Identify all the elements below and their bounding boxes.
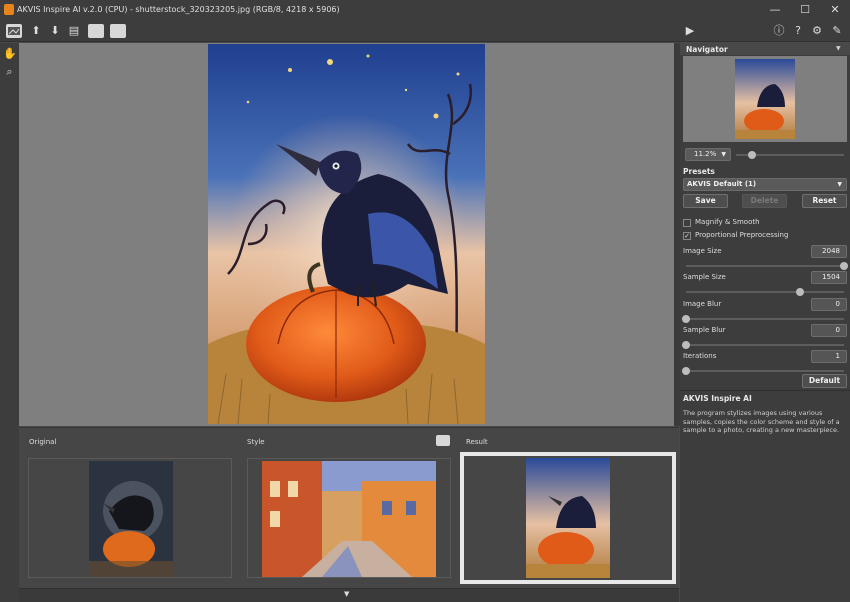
style-thumbnail[interactable] <box>247 458 451 578</box>
slider-knob[interactable] <box>796 288 804 296</box>
navigator-preview[interactable] <box>683 56 847 142</box>
preprocessing-label: Proportional Preprocessing <box>695 231 789 239</box>
thumbnail-strip: Original Style Result <box>19 427 679 588</box>
slider-label: Image Size <box>683 247 722 255</box>
slider-track[interactable] <box>686 265 844 267</box>
slider-label: Sample Blur <box>683 326 726 334</box>
preset-select[interactable]: AKVIS Default (1) ▼ <box>683 178 847 191</box>
feedback-icon[interactable]: ✎ <box>829 23 845 39</box>
minimize-button[interactable]: — <box>760 0 790 20</box>
slider-value-input[interactable]: 2048 <box>811 245 847 258</box>
magnify-checkbox[interactable] <box>683 219 691 227</box>
slider-track[interactable] <box>686 318 844 320</box>
slider-value-input[interactable]: 1 <box>811 350 847 363</box>
style-label: Style <box>247 438 265 446</box>
slider-label: Iterations <box>683 352 717 360</box>
magnify-label: Magnify & Smooth <box>695 218 760 226</box>
navigator-header: Navigator ▼ <box>680 43 850 55</box>
navigator-image <box>735 59 795 139</box>
default-button[interactable]: Default <box>802 374 847 388</box>
preset-selected: AKVIS Default (1) <box>687 180 757 188</box>
close-button[interactable]: ✕ <box>820 0 850 20</box>
slider-value-input[interactable]: 0 <box>811 298 847 311</box>
settings-panel: Navigator ▼ 11.2% ▼ Presets AKVIS Defaul… <box>680 43 850 602</box>
save-preset-button[interactable]: Save <box>683 194 728 208</box>
info-divider <box>680 390 850 391</box>
style-image <box>262 461 436 577</box>
original-thumbnail[interactable] <box>28 458 232 578</box>
slider-label: Sample Size <box>683 273 726 281</box>
style-library-icon[interactable] <box>110 24 126 38</box>
tools-panel: ✋ ⌕ <box>0 43 19 602</box>
run-icon[interactable]: ▶ <box>682 23 698 39</box>
chevron-down-icon: ▼ <box>837 181 842 188</box>
collapse-bar[interactable]: ▼ <box>19 588 679 602</box>
zoom-dropdown[interactable]: 11.2% ▼ <box>685 148 731 161</box>
choose-style-icon[interactable] <box>436 435 450 446</box>
app-logo-icon <box>4 4 14 15</box>
preprocessing-checkbox[interactable]: ✓ <box>683 232 691 240</box>
result-label: Result <box>466 438 488 446</box>
slider-knob[interactable] <box>840 262 848 270</box>
result-thumbnail-image <box>526 458 610 578</box>
result-thumbnail[interactable] <box>460 452 676 584</box>
zoom-icon[interactable]: ⌕ <box>3 65 16 78</box>
slider-track[interactable] <box>686 344 844 346</box>
navigator-title: Navigator <box>686 45 728 54</box>
slider-label: Image Blur <box>683 300 722 308</box>
settings-icon[interactable]: ⚙ <box>809 23 825 39</box>
slider-value-input[interactable]: 1504 <box>811 271 847 284</box>
hand-icon[interactable]: ✋ <box>3 47 17 60</box>
slider-knob[interactable] <box>682 367 690 375</box>
slider-track[interactable] <box>686 370 844 372</box>
delete-preset-button[interactable]: Delete <box>742 194 787 208</box>
slider-knob[interactable] <box>682 341 690 349</box>
window-title: AKVIS Inspire AI v.2.0 (CPU) - shutterst… <box>17 5 340 14</box>
toolbar: ⬆ ⬇ ▤ ▶ ⓘ ? ⚙ ✎ <box>0 20 850 42</box>
maximize-button[interactable]: ☐ <box>790 0 820 20</box>
slider-knob[interactable] <box>682 315 690 323</box>
info-text: The program stylizes images using variou… <box>683 409 840 434</box>
export-icon[interactable]: ⬇ <box>47 23 63 39</box>
reset-preset-button[interactable]: Reset <box>802 194 847 208</box>
result-image <box>208 44 485 424</box>
batch-icon[interactable] <box>88 24 104 38</box>
chevron-down-icon[interactable]: ▼ <box>344 590 349 598</box>
open-image-icon[interactable] <box>6 24 22 38</box>
original-image <box>89 461 173 577</box>
help-icon[interactable]: ? <box>790 23 806 39</box>
collapse-navigator-icon[interactable]: ▼ <box>836 45 841 52</box>
print-icon[interactable]: ▤ <box>66 23 82 39</box>
save-icon[interactable]: ⬆ <box>28 23 44 39</box>
zoom-slider-knob[interactable] <box>748 151 756 159</box>
slider-track[interactable] <box>686 291 844 293</box>
info-icon[interactable]: ⓘ <box>771 23 787 39</box>
original-label: Original <box>29 438 57 446</box>
info-title: AKVIS Inspire AI <box>683 394 752 403</box>
chevron-down-icon: ▼ <box>721 151 726 158</box>
slider-value-input[interactable]: 0 <box>811 324 847 337</box>
zoom-value: 11.2% <box>694 150 717 158</box>
title-bar: AKVIS Inspire AI v.2.0 (CPU) - shutterst… <box>0 0 850 20</box>
presets-title: Presets <box>683 167 715 176</box>
